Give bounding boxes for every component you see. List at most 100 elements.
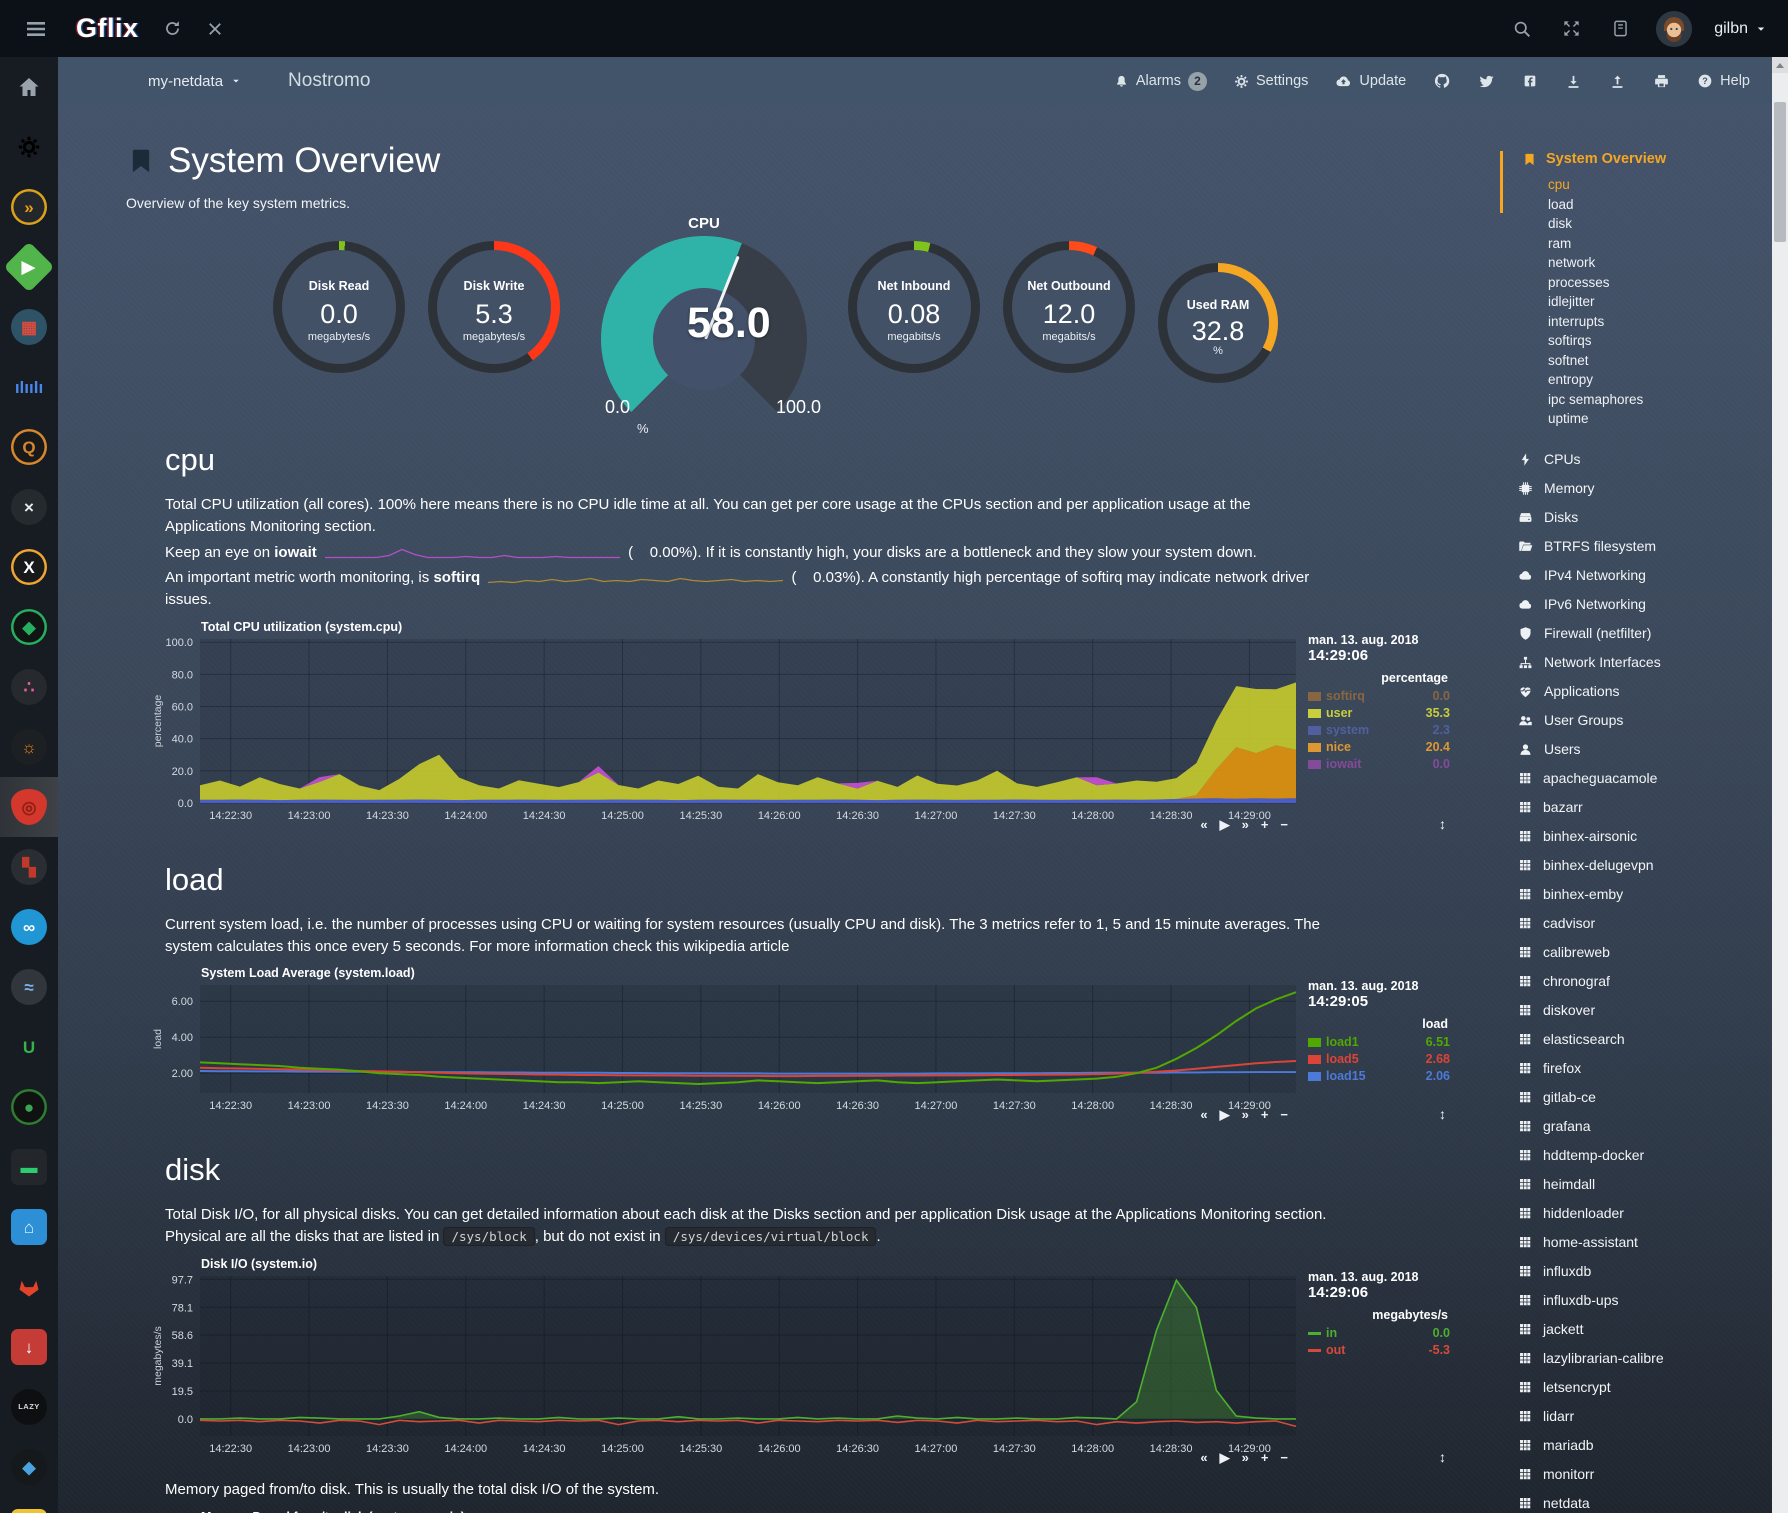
menu-item-load[interactable]: load	[1548, 195, 1772, 215]
search-icon[interactable]	[1508, 15, 1536, 43]
sidebar-app-gem-app[interactable]: ◆	[0, 1437, 58, 1497]
menu-app-lazylibrarian-calibre[interactable]: lazylibrarian-calibre	[1518, 1344, 1772, 1373]
sidebar-app-emby[interactable]: ▶	[0, 237, 58, 297]
legend-load1[interactable]: load16.51	[1308, 1034, 1450, 1051]
close-icon[interactable]	[202, 16, 228, 42]
export-icon[interactable]	[1609, 73, 1626, 90]
menu-app-letsencrypt[interactable]: letsencrypt	[1518, 1373, 1772, 1402]
chart-resize-handle[interactable]: ↕	[1439, 816, 1446, 832]
sidebar-app-sabnzbd[interactable]: sab	[0, 1497, 58, 1513]
sidebar-app-turtle-app[interactable]: ●	[0, 1077, 58, 1137]
legend-iowait[interactable]: iowait0.0	[1308, 756, 1450, 773]
github-icon[interactable]	[1433, 72, 1451, 90]
menu-app-monitorr[interactable]: monitorr	[1518, 1460, 1772, 1489]
sidebar-app-settings[interactable]	[0, 117, 58, 177]
sidebar-app-download-app[interactable]: ↓	[0, 1317, 58, 1377]
sidebar-app-tautulli[interactable]: »	[0, 177, 58, 237]
menu-item-interrupts[interactable]: interrupts	[1548, 312, 1772, 332]
menu-app-hiddenloader[interactable]: hiddenloader	[1518, 1199, 1772, 1228]
menu-app-binhex-emby[interactable]: binhex-emby	[1518, 880, 1772, 909]
sidebar-app-blocks-app[interactable]: ▚	[0, 837, 58, 897]
play-button[interactable]: ▶	[1220, 818, 1230, 831]
menu-app-jackett[interactable]: jackett	[1518, 1315, 1772, 1344]
sidebar-app-home[interactable]	[0, 57, 58, 117]
alarms-button[interactable]: Alarms 2	[1114, 72, 1207, 91]
scrollbar-thumb[interactable]	[1774, 102, 1786, 242]
settings-button[interactable]: Settings	[1234, 73, 1308, 89]
gauge-net-outbound[interactable]: Net Outbound12.0megabits/s	[1003, 241, 1135, 373]
menu-app-binhex-delugevpn[interactable]: binhex-delugevpn	[1518, 851, 1772, 880]
menu-app-influxdb-ups[interactable]: influxdb-ups	[1518, 1286, 1772, 1315]
menu-item-softnet[interactable]: softnet	[1548, 351, 1772, 371]
gauge-cpu[interactable]: CPU58.00.0100.0%	[601, 215, 807, 412]
menu-system-overview[interactable]: System Overview	[1522, 151, 1772, 167]
scrollbar-up-button[interactable]	[1772, 57, 1788, 73]
gauge-net-inbound[interactable]: Net Inbound0.08megabits/s	[848, 241, 980, 373]
menu-app-diskover[interactable]: diskover	[1518, 996, 1772, 1025]
sidebar-app-bowtie-app[interactable]: X	[0, 537, 58, 597]
legend-system[interactable]: system2.3	[1308, 722, 1450, 739]
pan-right-button[interactable]: »	[1242, 818, 1249, 831]
sidebar-app-green-app[interactable]: ◆	[0, 597, 58, 657]
fullscreen-icon[interactable]	[1558, 15, 1585, 42]
menu-item-ipc-semaphores[interactable]: ipc semaphores	[1548, 390, 1772, 410]
sidebar-app-status-app[interactable]: ▬	[0, 1137, 58, 1197]
cpu-chart[interactable]: Total CPU utilization (system.cpu)14:22:…	[148, 633, 1500, 832]
legend-user[interactable]: user35.3	[1308, 705, 1450, 722]
menu-item-idlejitter[interactable]: idlejitter	[1548, 292, 1772, 312]
menu-section-memory[interactable]: Memory	[1518, 474, 1772, 503]
menu-app-netdata[interactable]: netdata	[1518, 1489, 1772, 1513]
sidebar-app-dots-app[interactable]: ∞	[0, 897, 58, 957]
menu-app-lidarr[interactable]: lidarr	[1518, 1402, 1772, 1431]
refresh-icon[interactable]	[159, 15, 186, 42]
help-button[interactable]: Help	[1697, 73, 1750, 89]
menu-item-disk[interactable]: disk	[1548, 214, 1772, 234]
hamburger-menu-button[interactable]	[20, 13, 52, 45]
gauge-used-ram[interactable]: Used RAM32.8%	[1158, 263, 1278, 383]
menu-section-firewall-netfilter-[interactable]: Firewall (netfilter)	[1518, 619, 1772, 648]
menu-section-applications[interactable]: Applications	[1518, 677, 1772, 706]
menu-item-processes[interactable]: processes	[1548, 273, 1772, 293]
sidebar-app-paint-app[interactable]: ≈	[0, 957, 58, 1017]
legend-load5[interactable]: load52.68	[1308, 1051, 1450, 1068]
page-scrollbar[interactable]	[1772, 57, 1788, 1513]
legend-in[interactable]: in0.0	[1308, 1325, 1450, 1342]
disk-io-chart[interactable]: Disk I/O (system.io)14:22:3014:23:0014:2…	[148, 1270, 1500, 1465]
gauge-disk-read[interactable]: Disk Read0.0megabytes/s	[273, 241, 405, 373]
zoom-out-button[interactable]: −	[1280, 1108, 1288, 1121]
pan-right-button[interactable]: »	[1242, 1451, 1249, 1464]
pan-left-button[interactable]: «	[1200, 1451, 1207, 1464]
menu-app-mariadb[interactable]: mariadb	[1518, 1431, 1772, 1460]
import-icon[interactable]	[1565, 73, 1582, 90]
menu-app-firefox[interactable]: firefox	[1518, 1054, 1772, 1083]
disk-plot[interactable]: Disk I/O (system.io)14:22:3014:23:0014:2…	[148, 1270, 1298, 1465]
menu-section-user-groups[interactable]: User Groups	[1518, 706, 1772, 735]
sidebar-app-flame-app[interactable]: ☼	[0, 717, 58, 777]
sidebar-app-nodes-app[interactable]: ∴	[0, 657, 58, 717]
load-chart[interactable]: System Load Average (system.load)14:22:3…	[148, 979, 1500, 1122]
facebook-icon[interactable]	[1522, 73, 1538, 89]
pan-left-button[interactable]: «	[1200, 818, 1207, 831]
sidebar-app-gitlab[interactable]	[0, 1257, 58, 1317]
sidebar-app-lazylibrarian[interactable]: LAZY	[0, 1377, 58, 1437]
menu-section-cpus[interactable]: CPUs	[1518, 445, 1772, 474]
menu-item-softirqs[interactable]: softirqs	[1548, 331, 1772, 351]
menu-app-hddtemp-docker[interactable]: hddtemp-docker	[1518, 1141, 1772, 1170]
menu-section-btrfs-filesystem[interactable]: BTRFS filesystem	[1518, 532, 1772, 561]
menu-app-cadvisor[interactable]: cadvisor	[1518, 909, 1772, 938]
legend-load15[interactable]: load152.06	[1308, 1068, 1450, 1085]
chart-resize-handle[interactable]: ↕	[1439, 1106, 1446, 1122]
menu-section-disks[interactable]: Disks	[1518, 503, 1772, 532]
sidebar-app-blueprint-app[interactable]: ⌂	[0, 1197, 58, 1257]
chart-resize-handle[interactable]: ↕	[1439, 1449, 1446, 1465]
menu-section-ipv6-networking[interactable]: IPv6 Networking	[1518, 590, 1772, 619]
menu-item-ram[interactable]: ram	[1548, 234, 1772, 254]
legend-nice[interactable]: nice20.4	[1308, 739, 1450, 756]
zoom-out-button[interactable]: −	[1280, 818, 1288, 831]
menu-item-cpu[interactable]: cpu	[1548, 175, 1772, 195]
menu-app-bazarr[interactable]: bazarr	[1518, 793, 1772, 822]
zoom-in-button[interactable]: +	[1261, 818, 1269, 831]
menu-app-influxdb[interactable]: influxdb	[1518, 1257, 1772, 1286]
load-plot[interactable]: System Load Average (system.load)14:22:3…	[148, 979, 1298, 1122]
twitter-icon[interactable]	[1478, 73, 1495, 90]
